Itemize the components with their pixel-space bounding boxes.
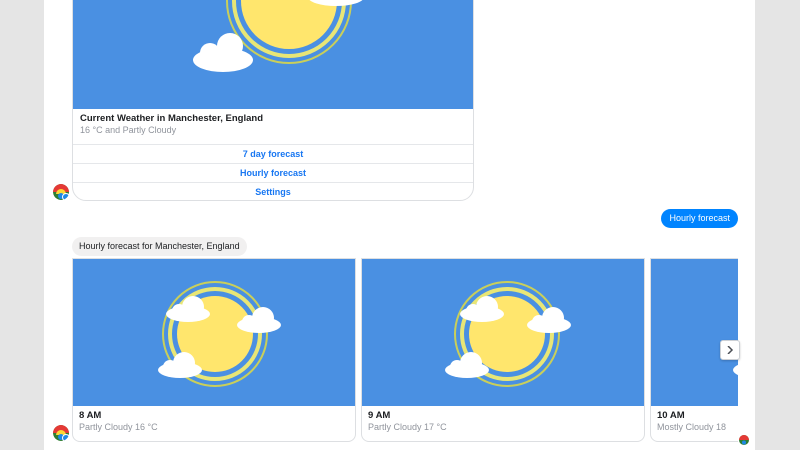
hourly-forecast-button[interactable]: Hourly forecast — [73, 163, 473, 182]
hourly-carousel: 8 AM Partly Cloudy 16 °C 9 AM Partly Clo… — [72, 258, 738, 442]
hour-card-summary: Partly Cloudy 17 °C — [368, 422, 447, 432]
read-receipt-avatar — [739, 432, 749, 445]
hour-card[interactable]: 8 AM Partly Cloudy 16 °C — [72, 258, 356, 442]
hour-card-image — [651, 259, 738, 406]
sun-cloud-icon — [733, 364, 738, 376]
chevron-right-icon — [727, 346, 734, 354]
bot-avatar — [53, 184, 69, 200]
sun-cloud-icon — [193, 0, 363, 72]
sun-cloud-icon — [158, 281, 281, 387]
user-message-bubble: Hourly forecast — [661, 209, 738, 228]
current-weather-image — [73, 0, 473, 109]
hour-card-time: 8 AM — [79, 410, 102, 421]
hour-card-time: 9 AM — [368, 410, 391, 421]
bot-avatar — [53, 425, 69, 441]
hour-card-time: 10 AM — [657, 410, 685, 421]
current-weather-card: Current Weather in Manchester, England 1… — [72, 0, 474, 201]
seven-day-forecast-button[interactable]: 7 day forecast — [73, 144, 473, 163]
hour-card-summary: Mostly Cloudy 18 — [657, 422, 727, 432]
carousel-next-button[interactable] — [720, 340, 740, 360]
settings-button[interactable]: Settings — [73, 182, 473, 200]
hour-card-image — [73, 259, 355, 406]
hour-card-summary: Partly Cloudy 16 °C — [79, 422, 158, 432]
hour-card[interactable]: 9 AM Partly Cloudy 17 °C — [361, 258, 645, 442]
card-title: Current Weather in Manchester, England — [80, 113, 264, 124]
bot-message-bubble: Hourly forecast for Manchester, England — [72, 237, 247, 256]
sun-cloud-icon — [445, 281, 571, 387]
chat-pane: Current Weather in Manchester, England 1… — [44, 0, 755, 450]
hour-card-image — [362, 259, 644, 406]
card-subtitle: 16 °C and Partly Cloudy — [80, 125, 177, 135]
